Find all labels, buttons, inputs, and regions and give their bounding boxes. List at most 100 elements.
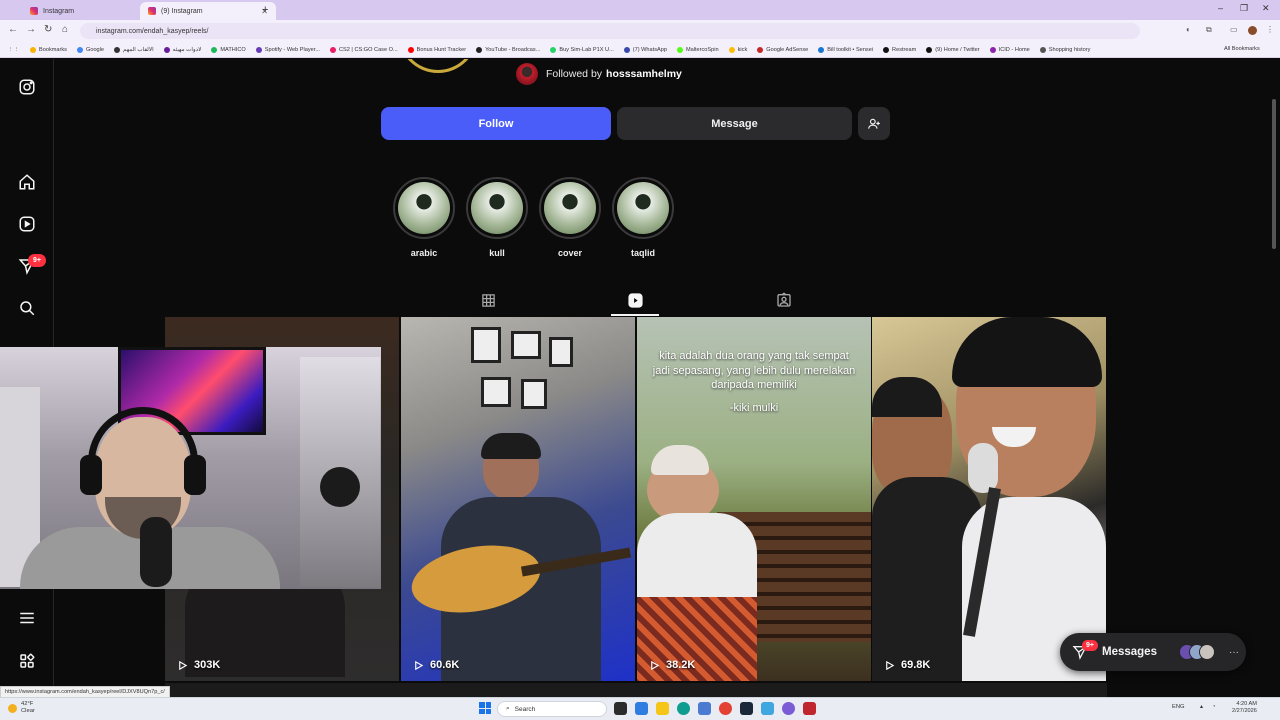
sidebar-icon[interactable]: ▭ — [1230, 25, 1238, 34]
home-icon[interactable] — [17, 172, 37, 192]
suggested-users-button[interactable] — [858, 107, 890, 140]
extensions-icon[interactable]: ⧉ — [1206, 25, 1212, 35]
bookmark-item[interactable]: (7) WhatsApp — [623, 46, 667, 53]
steam-icon[interactable] — [740, 702, 753, 715]
task-view-icon[interactable] — [614, 702, 627, 715]
widgets-icon[interactable] — [635, 702, 648, 715]
messages-badge: 9+ — [1082, 640, 1098, 651]
bookmark-item[interactable]: CS2 | CS:GO Case O... — [330, 46, 398, 53]
bookmark-label: الالقاب المهم — [123, 46, 154, 53]
bookmark-item[interactable]: MATHICO — [211, 46, 246, 53]
weather-widget[interactable]: 42°F Clear — [8, 701, 35, 715]
reload-icon[interactable]: ↻ — [44, 24, 52, 35]
url-text: instagram.com/endah_kasyep/reels/ — [96, 27, 209, 35]
close-window-button[interactable]: ✕ — [1262, 3, 1270, 14]
edge-icon[interactable] — [677, 702, 690, 715]
messages-drawer-button[interactable]: 9+ Messages ··· — [1060, 633, 1246, 671]
browser-tab[interactable]: Instagram ✕ — [22, 2, 158, 20]
browser-tab-active[interactable]: (9) Instagram ✕ — [140, 2, 276, 20]
clock[interactable]: 4:20 AM 2/27/2026 — [1232, 701, 1257, 715]
highlight-taqlid[interactable]: taqlid — [611, 177, 675, 258]
followed-by-user[interactable]: hosssamhelmy — [606, 68, 682, 80]
tagged-icon — [777, 292, 791, 307]
message-button[interactable]: Message — [617, 107, 852, 140]
avatar — [1198, 644, 1215, 660]
bookmark-favicon-icon — [407, 46, 414, 53]
bookmark-item[interactable]: Bonus Hunt Tracker — [407, 46, 466, 53]
highlight-cover — [398, 182, 450, 234]
followed-by-prefix: Followed by — [546, 68, 603, 80]
network-icon[interactable]: ▴ — [1200, 704, 1203, 710]
taskbar-search[interactable]: ⌕ Search — [497, 701, 607, 717]
home-icon[interactable]: ⌂ — [62, 24, 68, 35]
reel-thumbnail[interactable]: kita adalah dua orang yang tak sempat ja… — [637, 317, 871, 681]
tab-reels[interactable] — [626, 291, 644, 309]
search-icon: ⌕ — [506, 705, 510, 712]
forward-icon[interactable]: → — [26, 24, 36, 35]
new-tab-button[interactable]: + — [262, 4, 268, 16]
bookmark-item[interactable]: MaltercoSpin — [676, 46, 719, 53]
highlight-arabic[interactable]: arabic — [392, 177, 456, 258]
play-icon — [179, 660, 188, 670]
bookmark-item[interactable]: Bill toolkit • Sensei — [818, 46, 873, 53]
minimize-button[interactable]: – — [1218, 3, 1223, 13]
more-menu-icon[interactable] — [17, 608, 37, 628]
view-count-text: 60.6K — [430, 659, 460, 671]
bookmark-label: Google — [85, 46, 105, 53]
bookmark-item[interactable]: Bookmarks — [30, 46, 67, 53]
highlight-cover[interactable]: cover — [538, 177, 602, 258]
app-icon[interactable] — [761, 702, 774, 715]
restore-button[interactable]: ❐ — [1240, 3, 1248, 14]
bookmark-item[interactable]: Google AdSense — [757, 46, 808, 53]
all-bookmarks[interactable]: All Bookmarks — [1224, 46, 1260, 52]
bookmark-item[interactable]: Buy Sim-Lab P1X U... — [550, 46, 614, 53]
highlight-cover — [471, 182, 523, 234]
scrollbar[interactable] — [1272, 99, 1276, 249]
file-explorer-icon[interactable] — [656, 702, 669, 715]
bookmark-item[interactable]: ICID - Home — [989, 46, 1030, 53]
tab-posts[interactable] — [479, 291, 497, 309]
also-from-meta-icon[interactable] — [17, 651, 37, 671]
highlight-kull[interactable]: kull — [465, 177, 529, 258]
bookmark-item[interactable]: Google — [76, 46, 105, 53]
volume-icon[interactable]: ◔ — [1212, 704, 1216, 710]
follow-button[interactable]: Follow — [381, 107, 611, 140]
play-icon — [415, 660, 424, 670]
play-icon — [651, 660, 660, 670]
app-icon[interactable] — [803, 702, 816, 715]
bookmark-item[interactable]: الالقاب المهم — [114, 46, 154, 53]
search-icon[interactable] — [17, 298, 37, 318]
profile-avatar-icon[interactable] — [1248, 26, 1257, 35]
chrome-icon[interactable] — [719, 702, 732, 715]
bookmark-item[interactable]: YouTube - Broadcas... — [476, 46, 540, 53]
next-row-reels — [165, 683, 1107, 697]
menu-icon[interactable]: ⋮ — [1266, 25, 1274, 34]
reel-thumbnail[interactable]: 69.8K — [872, 317, 1106, 681]
app-icon[interactable] — [782, 702, 795, 715]
profile-picture-ring[interactable] — [398, 59, 478, 73]
back-icon[interactable]: ← — [8, 24, 18, 35]
instagram-logo-icon[interactable] — [17, 77, 37, 97]
bookmark-favicon-icon — [818, 46, 825, 53]
language-indicator[interactable]: ENG — [1172, 704, 1185, 710]
reel-thumbnail[interactable]: 60.6K — [401, 317, 635, 681]
extension-icon[interactable]: ◐ — [1186, 25, 1191, 34]
apps-icon[interactable]: ⋮⋮ — [8, 47, 19, 53]
microphone-icon — [140, 517, 172, 587]
bookmark-item[interactable]: لادوات مهيئه — [163, 46, 201, 53]
windows-start-icon[interactable] — [479, 702, 491, 714]
store-icon[interactable] — [698, 702, 711, 715]
bookmark-item[interactable]: (9) Home / Twitter — [926, 46, 980, 53]
reels-icon[interactable] — [17, 214, 37, 234]
bookmark-item[interactable]: Shopping history — [1039, 46, 1090, 53]
bookmark-item[interactable]: Restream — [883, 46, 916, 53]
bookmark-item[interactable]: Spotify - Web Player... — [255, 46, 320, 53]
highlight-label: kull — [489, 248, 505, 258]
tab-tagged[interactable] — [775, 291, 793, 309]
follower-avatar[interactable] — [516, 63, 538, 85]
bookmark-item[interactable]: kick — [728, 46, 747, 53]
address-bar[interactable]: instagram.com/endah_kasyep/reels/ — [80, 23, 1140, 39]
webcam-overlay — [0, 347, 381, 589]
bookmark-label: MaltercoSpin — [685, 46, 719, 53]
more-icon[interactable]: ··· — [1229, 647, 1239, 658]
